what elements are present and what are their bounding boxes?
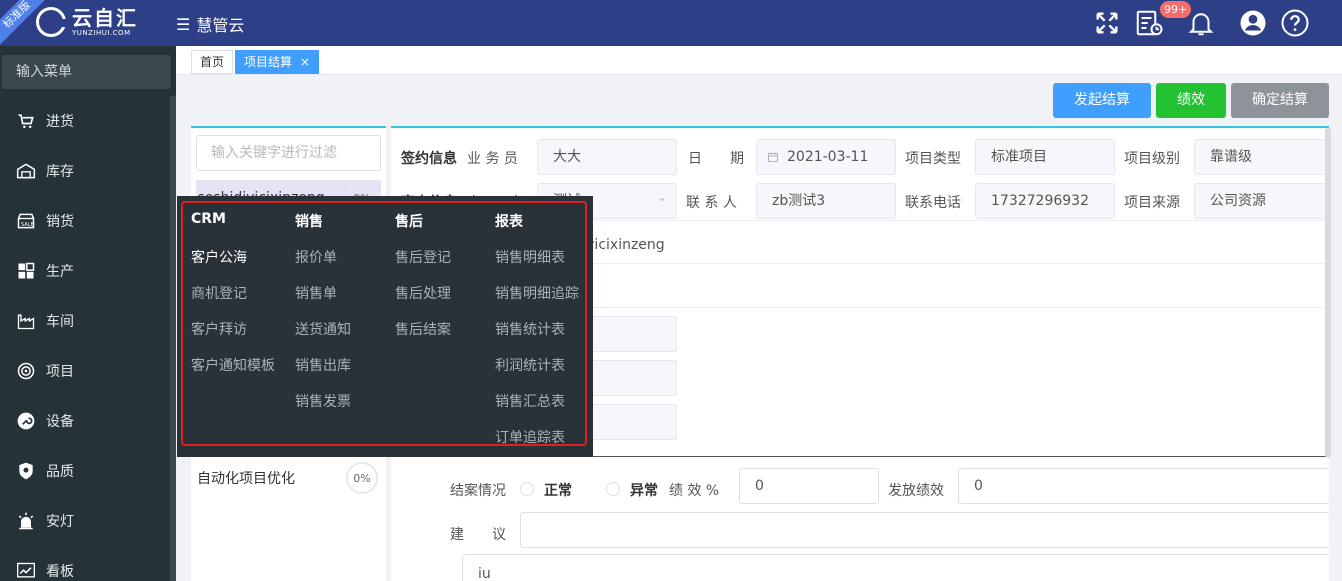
issue-perf-input[interactable]: 0	[958, 468, 1329, 504]
sidebar-item-label: 品质	[46, 464, 74, 480]
sidebar-item-quality[interactable]: 品质	[0, 446, 168, 496]
chevron-down-icon: ⌄	[657, 190, 668, 204]
sidebar-item-purchase[interactable]: 进货	[0, 96, 168, 146]
sidebar-item-label: 销货	[46, 214, 74, 230]
list-item-name: 自动化项目优化	[197, 471, 295, 487]
phone-field[interactable]: 17327296932	[975, 183, 1115, 219]
logo-text: 云自汇	[72, 5, 138, 30]
sidebar-item-inventory[interactable]: 库存	[0, 146, 168, 196]
menu-search-input[interactable]: 输入菜单	[2, 55, 171, 89]
sidebar-scrollbar[interactable]	[170, 96, 176, 581]
salesperson-field[interactable]: 大大	[537, 139, 677, 175]
contact-field[interactable]: zb测试3	[756, 183, 896, 219]
issue-perf-label: 发放绩效	[888, 483, 944, 499]
sidebar-item-equipment[interactable]: 设备	[0, 396, 168, 446]
form-scrollbar[interactable]	[1325, 128, 1331, 458]
sidebar-item-label: 库存	[46, 164, 74, 180]
sidebar-item-production[interactable]: 生产	[0, 246, 168, 296]
source-field[interactable]: 公司资源	[1194, 183, 1329, 219]
date-value: 2021-03-11	[787, 149, 869, 165]
suggestion-input[interactable]	[520, 512, 1329, 548]
contact-label: 联 系 人	[686, 195, 737, 211]
sidebar-item-dashboard[interactable]: 看板	[0, 546, 168, 581]
status-normal-label[interactable]: 正常	[544, 480, 572, 500]
sidebar: 输入菜单 进货 库存 SALE 销货 生产 车间 项目 设备 品质 安灯 看板	[0, 46, 176, 581]
logo-subtext: YUNZIHUI.COM	[72, 28, 131, 37]
app-name: 慧管云	[196, 16, 245, 35]
help-icon[interactable]	[1280, 8, 1310, 38]
status-abnormal-radio[interactable]	[606, 482, 620, 496]
perf-pct-label: 绩 效 %	[669, 483, 720, 499]
source-label: 项目来源	[1124, 195, 1180, 211]
sidebar-item-label: 车间	[46, 314, 74, 330]
project-level-field[interactable]: 靠谱级	[1194, 139, 1329, 175]
highlight-outline	[181, 201, 587, 446]
cart-icon	[14, 109, 38, 133]
progress-circle: 0%	[346, 462, 378, 494]
sidebar-item-label: 看板	[46, 564, 74, 580]
logo[interactable]: 云自汇 YUNZIHUI.COM	[36, 7, 138, 37]
app-menu-toggle[interactable]: ☰ 慧管云	[176, 12, 244, 36]
fullscreen-icon[interactable]	[1093, 9, 1121, 37]
sidebar-item-label: 设备	[46, 414, 74, 430]
tab-bar: 首页 项目结算 ×	[176, 46, 1342, 75]
salesperson-label: 业 务 员	[467, 151, 518, 167]
bell-icon[interactable]	[1186, 8, 1216, 38]
phone-label: 联系电话	[905, 195, 961, 211]
target-icon	[14, 359, 38, 383]
start-settlement-button[interactable]: 发起结算	[1053, 83, 1151, 118]
chart-board-icon	[14, 559, 38, 581]
svg-text:SALE: SALE	[21, 222, 34, 228]
note-textarea[interactable]: iu	[462, 554, 1329, 581]
user-avatar-icon[interactable]	[1238, 8, 1268, 38]
menu-icon: ☰	[176, 14, 191, 34]
project-type-label: 项目类型	[905, 151, 961, 167]
top-header: 标准版 云自汇 YUNZIHUI.COM ☰ 慧管云 99+	[0, 0, 1342, 47]
section-sign-label: 签约信息	[401, 151, 457, 167]
logo-mark-icon	[36, 7, 66, 37]
sidebar-item-sales[interactable]: SALE 销货	[0, 196, 168, 246]
status-abnormal-label[interactable]: 异常	[630, 480, 658, 500]
performance-button[interactable]: 绩效	[1156, 83, 1226, 118]
grid-icon	[14, 259, 38, 283]
sidebar-item-label: 安灯	[46, 514, 74, 530]
perf-pct-input[interactable]: 0	[739, 468, 879, 504]
tab-home[interactable]: 首页	[191, 50, 234, 74]
sidebar-item-label: 项目	[46, 364, 74, 380]
sidebar-item-label: 生产	[46, 264, 74, 280]
sidebar-item-workshop[interactable]: 车间	[0, 296, 168, 346]
factory-icon	[14, 309, 38, 333]
store-icon: SALE	[14, 209, 38, 233]
status-normal-radio[interactable]	[520, 482, 534, 496]
alarm-light-icon	[14, 509, 38, 533]
project-type-field[interactable]: 标准项目	[975, 139, 1115, 175]
case-status-label: 结案情况	[450, 483, 506, 499]
shield-icon	[14, 459, 38, 483]
task-list-icon[interactable]	[1134, 8, 1164, 38]
suggestion-label: 建 议	[450, 527, 506, 543]
warehouse-icon	[14, 159, 38, 183]
list-item[interactable]: 自动化项目优化 0%	[196, 460, 381, 496]
sidebar-item-label: 进货	[46, 114, 74, 130]
tab-label: 项目结算	[244, 55, 293, 69]
calendar-icon	[768, 152, 778, 162]
tab-close-icon[interactable]: ×	[300, 55, 310, 69]
sidebar-item-andon[interactable]: 安灯	[0, 496, 168, 546]
sidebar-item-project[interactable]: 项目	[0, 346, 168, 396]
confirm-settlement-button[interactable]: 确定结算	[1231, 83, 1329, 118]
date-label: 日 期	[688, 151, 744, 167]
project-level-label: 项目级别	[1124, 151, 1180, 167]
tab-project-settlement[interactable]: 项目结算 ×	[235, 50, 319, 74]
wrench-icon	[14, 409, 38, 433]
filter-input[interactable]	[196, 135, 381, 171]
